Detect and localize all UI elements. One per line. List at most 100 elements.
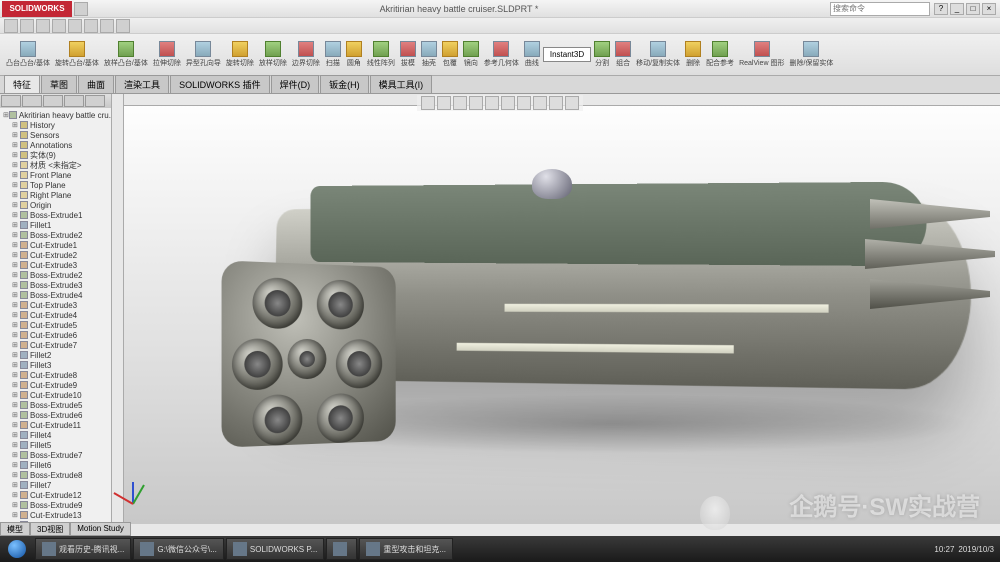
tree-item-Boss-Extrude8[interactable]: ⊞Boss-Extrude8	[2, 470, 109, 480]
expand-icon[interactable]: ⊞	[12, 491, 20, 499]
expand-icon[interactable]: ⊞	[12, 301, 20, 309]
expand-icon[interactable]: ⊞	[12, 411, 20, 419]
zoom-fit-icon[interactable]	[421, 96, 435, 110]
tree-item-实体(9)[interactable]: ⊞实体(9)	[2, 150, 109, 160]
expand-icon[interactable]: ⊞	[12, 351, 20, 359]
tree-item-Cut-Extrude11[interactable]: ⊞Cut-Extrude11	[2, 420, 109, 430]
expand-icon[interactable]: ⊞	[12, 441, 20, 449]
tree-item-Cut-Extrude8[interactable]: ⊞Cut-Extrude8	[2, 370, 109, 380]
expand-icon[interactable]: ⊞	[12, 261, 20, 269]
search-input[interactable]	[830, 2, 930, 16]
ribbon-镜向[interactable]: 镜向	[461, 40, 481, 69]
tree-item-Cut-Extrude3[interactable]: ⊞Cut-Extrude3	[2, 260, 109, 270]
expand-icon[interactable]: ⊞	[12, 241, 20, 249]
maximize-button[interactable]: □	[966, 3, 980, 15]
expand-icon[interactable]: ⊞	[12, 461, 20, 469]
hide-show-icon[interactable]	[517, 96, 531, 110]
tab-曲面[interactable]: 曲面	[78, 75, 114, 93]
ribbon-Instant3D[interactable]: Instant3D	[543, 47, 591, 62]
rebuild-icon[interactable]	[100, 19, 114, 33]
expand-icon[interactable]: ⊞	[12, 331, 20, 339]
expand-icon[interactable]: ⊞	[12, 171, 20, 179]
ribbon-边界切除[interactable]: 边界切除	[290, 40, 322, 69]
expand-icon[interactable]: ⊞	[12, 321, 20, 329]
tree-item-Cut-Extrude9[interactable]: ⊞Cut-Extrude9	[2, 380, 109, 390]
open-icon[interactable]	[20, 19, 34, 33]
expand-icon[interactable]: ⊞	[12, 471, 20, 479]
system-tray[interactable]: 10:27 2019/10/3	[928, 545, 1000, 554]
expand-icon[interactable]: ⊞	[12, 211, 20, 219]
taskbar-item[interactable]: 重型攻击和坦克...	[359, 538, 453, 560]
tree-item-Origin[interactable]: ⊞Origin	[2, 200, 109, 210]
display-style-icon[interactable]	[501, 96, 515, 110]
ribbon-异型孔向导[interactable]: 异型孔向导	[184, 40, 223, 69]
tree-item-Front Plane[interactable]: ⊞Front Plane	[2, 170, 109, 180]
tab-钣金(H)[interactable]: 钣金(H)	[320, 75, 369, 93]
ribbon-旋转凸台/基体[interactable]: 旋转凸台/基体	[53, 40, 101, 69]
tab-渲染工具[interactable]: 渲染工具	[115, 75, 169, 93]
ribbon-配合参考[interactable]: 配合参考	[704, 40, 736, 69]
tab-草图[interactable]: 草图	[41, 75, 77, 93]
taskbar-item[interactable]: 观看历史-腾讯视...	[35, 538, 131, 560]
expand-icon[interactable]: ⊞	[12, 371, 20, 379]
tree-item-Right Plane[interactable]: ⊞Right Plane	[2, 190, 109, 200]
undo-icon[interactable]	[68, 19, 82, 33]
tree-item-Cut-Extrude7[interactable]: ⊞Cut-Extrude7	[2, 340, 109, 350]
expand-icon[interactable]: ⊞	[12, 181, 20, 189]
graphics-viewport[interactable]	[112, 94, 1000, 524]
expand-icon[interactable]: ⊞	[12, 131, 20, 139]
tab-模具工具(I)[interactable]: 模具工具(I)	[370, 75, 433, 93]
tree-item-Boss-Extrude2[interactable]: ⊞Boss-Extrude2	[2, 230, 109, 240]
menu-icon[interactable]	[74, 2, 88, 16]
tree-item-Cut-Extrude3[interactable]: ⊞Cut-Extrude3	[2, 300, 109, 310]
expand-icon[interactable]: ⊞	[12, 481, 20, 489]
expand-icon[interactable]: ⊞	[12, 271, 20, 279]
tab-焊件(D)[interactable]: 焊件(D)	[271, 75, 320, 93]
orientation-triad[interactable]	[132, 474, 162, 504]
ribbon-包覆[interactable]: 包覆	[440, 40, 460, 69]
ribbon-线性阵列[interactable]: 线性阵列	[365, 40, 397, 69]
tree-item-Cut-Extrude5[interactable]: ⊞Cut-Extrude5	[2, 320, 109, 330]
tree-item-Fillet4[interactable]: ⊞Fillet4	[2, 430, 109, 440]
expand-icon[interactable]: ⊞	[12, 281, 20, 289]
tree-item-Boss-Extrude7[interactable]: ⊞Boss-Extrude7	[2, 450, 109, 460]
expand-icon[interactable]: ⊞	[12, 201, 20, 209]
feature-tree-tab[interactable]	[1, 95, 21, 107]
tree-item-Fillet2[interactable]: ⊞Fillet2	[2, 350, 109, 360]
help-button[interactable]: ?	[934, 3, 948, 15]
tree-item-Cut-Extrude2[interactable]: ⊞Cut-Extrude2	[2, 250, 109, 260]
ribbon-删除/保留实体[interactable]: 删除/保留实体	[787, 40, 835, 69]
tree-item-Top Plane[interactable]: ⊞Top Plane	[2, 180, 109, 190]
tree-item-Boss-Extrude3[interactable]: ⊞Boss-Extrude3	[2, 280, 109, 290]
tree-item-Fillet1[interactable]: ⊞Fillet1	[2, 220, 109, 230]
bottom-tab-模型[interactable]: 模型	[0, 522, 30, 536]
tree-item-History[interactable]: ⊞History	[2, 120, 109, 130]
expand-icon[interactable]: ⊞	[12, 431, 20, 439]
edit-appearance-icon[interactable]	[533, 96, 547, 110]
tree-item-Boss-Extrude5[interactable]: ⊞Boss-Extrude5	[2, 400, 109, 410]
tree-item-Cut-Extrude10[interactable]: ⊞Cut-Extrude10	[2, 390, 109, 400]
apply-scene-icon[interactable]	[549, 96, 563, 110]
tree-item-Akritirian heavy battle cru...[interactable]: ⊞Akritirian heavy battle cru...	[2, 110, 109, 120]
expand-icon[interactable]: ⊞	[12, 121, 20, 129]
expand-icon[interactable]: ⊞	[12, 511, 20, 519]
new-icon[interactable]	[4, 19, 18, 33]
expand-icon[interactable]: ⊞	[12, 341, 20, 349]
expand-icon[interactable]: ⊞	[12, 161, 20, 169]
ribbon-组合[interactable]: 组合	[613, 40, 633, 69]
start-button[interactable]	[0, 536, 34, 562]
ribbon-放样切除[interactable]: 放样切除	[257, 40, 289, 69]
tree-item-Boss-Extrude2[interactable]: ⊞Boss-Extrude2	[2, 270, 109, 280]
tree-item-Fillet3[interactable]: ⊞Fillet3	[2, 360, 109, 370]
redo-icon[interactable]	[84, 19, 98, 33]
taskbar-item[interactable]: SOLIDWORKS P...	[226, 538, 324, 560]
ribbon-凸台凸台/基体[interactable]: 凸台凸台/基体	[4, 40, 52, 69]
bottom-tab-Motion Study[interactable]: Motion Study	[70, 522, 131, 536]
save-icon[interactable]	[36, 19, 50, 33]
tab-SOLIDWORKS 插件[interactable]: SOLIDWORKS 插件	[170, 75, 270, 93]
ribbon-拔模[interactable]: 拔模	[398, 40, 418, 69]
ribbon-曲线[interactable]: 曲线	[522, 40, 542, 69]
ribbon-拉伸切除[interactable]: 拉伸切除	[151, 40, 183, 69]
ribbon-圆角[interactable]: 圆角	[344, 40, 364, 69]
ribbon-RealView 图形[interactable]: RealView 图形	[737, 40, 786, 69]
